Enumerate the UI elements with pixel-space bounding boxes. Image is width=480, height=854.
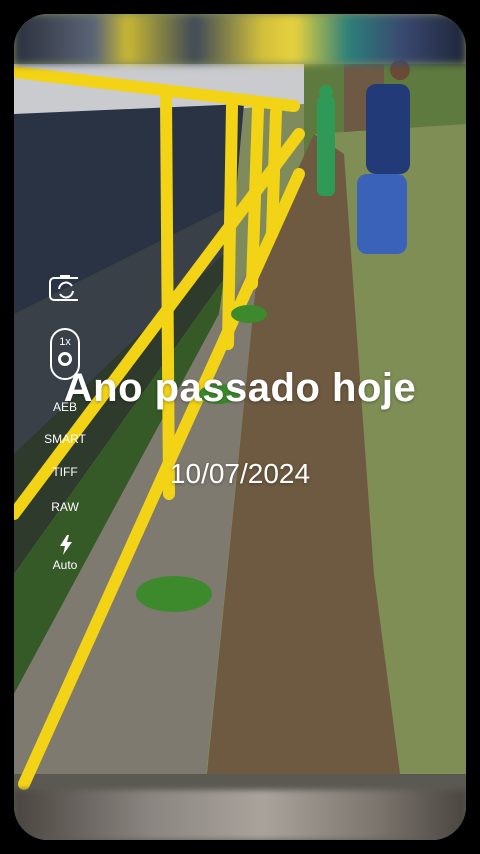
memory-date: 10/07/2024 <box>169 458 311 489</box>
smart-option[interactable]: SMART <box>40 432 90 446</box>
zoom-label: 1x <box>59 336 71 348</box>
previous-memory-strip <box>14 14 466 64</box>
raw-option[interactable]: RAW <box>40 500 90 514</box>
next-memory-strip <box>14 790 466 840</box>
photo <box>14 14 466 840</box>
camera-switch-icon[interactable] <box>48 272 78 302</box>
flash-icon[interactable] <box>58 535 74 555</box>
memory-title: Ano passado hoje <box>63 366 417 410</box>
zoom-knob[interactable] <box>58 352 72 366</box>
flash-mode-label[interactable]: Auto <box>40 558 90 572</box>
memory-card[interactable] <box>14 14 466 840</box>
